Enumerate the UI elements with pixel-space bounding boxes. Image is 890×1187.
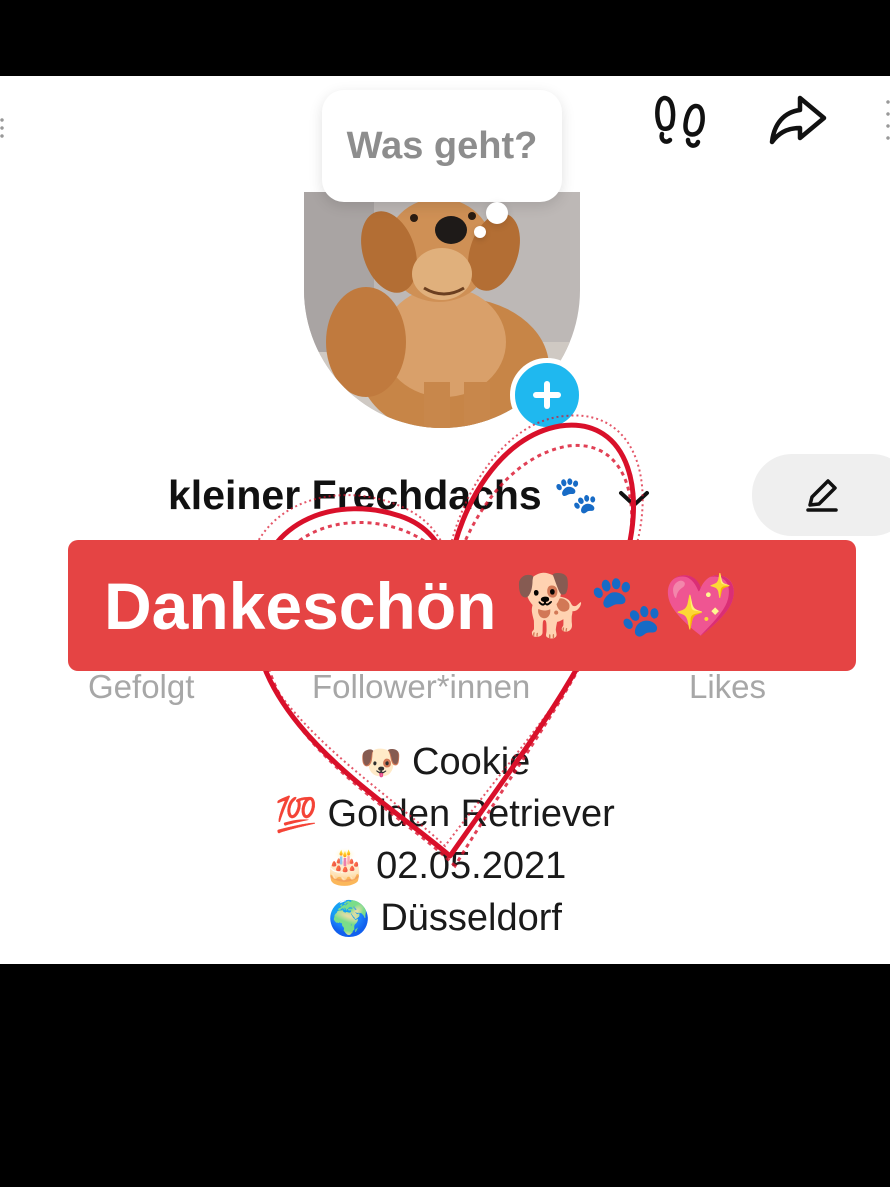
bio-line-birthday: 🎂 02.05.2021 <box>0 840 890 892</box>
bio: 🐶 Cookie 💯 Golden Retriever 🎂 02.05.2021 🌍 D… <box>0 736 890 944</box>
hundred-emoji: 💯 <box>275 796 318 834</box>
likes-label[interactable]: Likes <box>689 668 766 706</box>
bio-line-breed: 💯 Golden Retriever <box>0 788 890 840</box>
username-row[interactable]: kleiner Frechdachs 🐾 <box>168 460 651 530</box>
status-speech-bubble[interactable]: Was geht? <box>322 90 562 202</box>
edit-profile-button[interactable] <box>752 454 890 536</box>
username: kleiner Frechdachs <box>168 471 542 518</box>
cake-emoji: 🎂 <box>323 848 367 886</box>
banner-text: Dankeschön <box>104 568 497 643</box>
banner-emoji: 🐕🐾💖 <box>514 572 739 639</box>
footprints-icon[interactable] <box>650 88 714 152</box>
dog-face-emoji: 🐶 <box>359 744 403 782</box>
thank-you-banner: Dankeschön 🐕🐾💖 <box>68 540 856 671</box>
add-button[interactable] <box>510 358 584 432</box>
bio-line-location: 🌍 Düsseldorf <box>0 892 890 944</box>
more-options-icon[interactable] <box>886 96 890 140</box>
status-text: Was geht? <box>346 124 538 167</box>
bio-line-name: 🐶 Cookie <box>0 736 890 788</box>
bio-name: Cookie <box>412 741 531 783</box>
plus-icon <box>533 381 561 409</box>
paw-emoji: 🐾 <box>553 474 599 515</box>
globe-emoji: 🌍 <box>328 900 371 938</box>
chevron-down-icon[interactable] <box>617 472 651 519</box>
bio-location: Düsseldorf <box>380 897 562 939</box>
bubble-tail <box>486 202 508 224</box>
left-edge-indicator <box>0 116 4 140</box>
bio-birthday: 02.05.2021 <box>376 845 567 887</box>
bio-breed: Golden Retriever <box>327 793 615 835</box>
followers-label[interactable]: Follower*innen <box>312 668 530 706</box>
share-arrow-icon[interactable] <box>766 88 830 152</box>
following-label[interactable]: Gefolgt <box>88 668 194 706</box>
profile-panel: Was geht? kleiner Frechdachs 🐾 Gefolgt F… <box>0 76 890 964</box>
bubble-tail-small <box>474 226 486 238</box>
pencil-icon <box>806 479 838 512</box>
